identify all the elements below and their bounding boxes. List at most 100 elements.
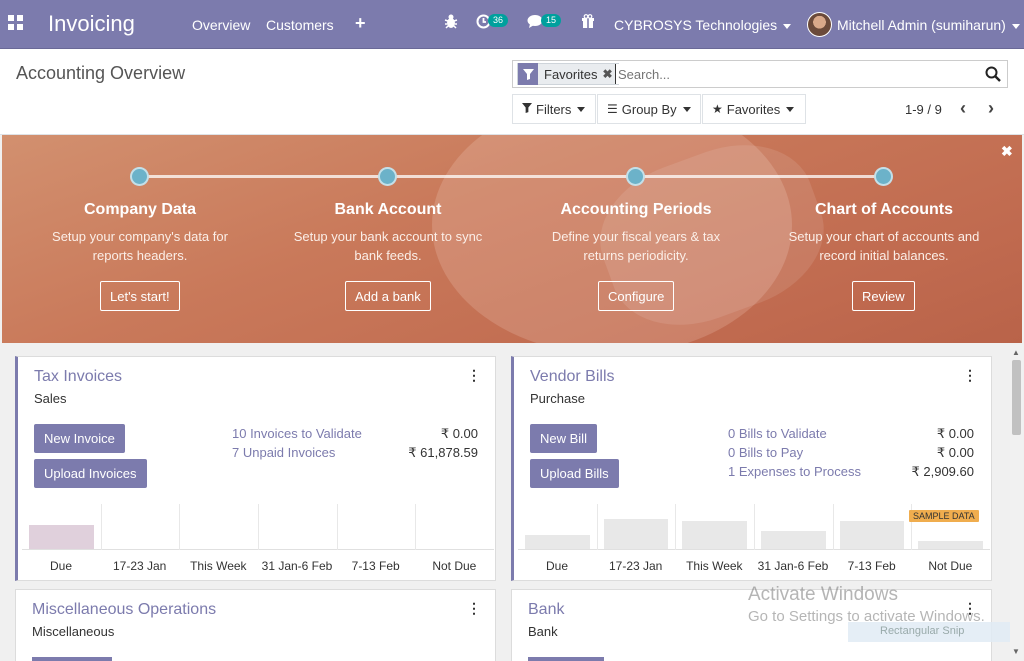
page-title: Accounting Overview [16, 63, 186, 83]
groupby-button[interactable]: ☰ Group By [597, 94, 701, 124]
new-invoice-button[interactable]: New Invoice [34, 424, 125, 453]
scroll-thumb[interactable] [1012, 360, 1021, 435]
upload-bills-button[interactable]: Upload Bills [530, 459, 619, 488]
chart-gridline [179, 504, 181, 550]
chart-x-label: 7-13 Feb [351, 559, 400, 573]
close-icon[interactable]: ✖ [1001, 143, 1013, 160]
card-title[interactable]: Miscellaneous Operations [32, 601, 216, 619]
step-description: Define your fiscal years & tax returns p… [551, 229, 721, 263]
step-company-data: Company Data Setup your company's data f… [16, 201, 264, 265]
onboarding-banner: ✖ Company Data Setup your company's data… [2, 135, 1022, 343]
chevron-right-icon[interactable]: › [988, 98, 994, 119]
scroll-down-icon[interactable]: ▼ [1012, 647, 1020, 656]
aged-receivables-chart[interactable] [22, 504, 494, 550]
user-menu[interactable]: Mitchell Admin (sumiharun) [837, 17, 1020, 33]
chart-x-label: Not Due [432, 559, 477, 573]
caret-down-icon [577, 106, 586, 112]
expenses-to-process-link[interactable]: 1 Expenses to Process [728, 464, 861, 479]
avatar[interactable] [807, 12, 832, 37]
unpaid-invoices-link[interactable]: 7 Unpaid Invoices [232, 445, 335, 460]
progress-line [142, 175, 886, 178]
activity-badge: 36 [488, 14, 509, 27]
favorites-button[interactable]: ★ Favorites [702, 94, 806, 124]
favorites-label: Favorites [726, 101, 781, 117]
bills-to-validate-link[interactable]: 0 Bills to Validate [728, 426, 827, 441]
step-title: Chart of Accounts [814, 201, 954, 218]
journal-card-tax-invoices: Tax Invoices Sales ⋮ New Invoice Upload … [15, 356, 496, 581]
new-bill-button[interactable]: New Bill [530, 424, 597, 453]
chart-gridline [596, 504, 598, 550]
pager-value[interactable]: 1-9 / 9 [905, 102, 942, 117]
groupby-label: Group By [621, 101, 677, 117]
caret-down-icon [783, 23, 792, 29]
company-name: CYBROSYS Technologies [614, 17, 778, 33]
review-button[interactable]: Review [852, 281, 915, 311]
card-title[interactable]: Tax Invoices [34, 368, 122, 386]
kebab-menu-icon[interactable]: ⋮ [963, 367, 977, 384]
chart-bar[interactable] [29, 525, 94, 549]
lets-start-button[interactable]: Let's start! [100, 281, 180, 311]
bug-icon[interactable] [444, 14, 458, 33]
card-title[interactable]: Bank [528, 601, 564, 619]
step-title: Company Data [83, 201, 197, 218]
kebab-menu-icon[interactable]: ⋮ [467, 367, 481, 384]
journal-card-misc: Miscellaneous Operations Miscellaneous ⋮ [15, 589, 496, 661]
stat-amount: ₹ 0.00 [936, 445, 974, 460]
step-dot [130, 167, 149, 186]
step-dot [626, 167, 645, 186]
card-subtitle: Purchase [530, 391, 585, 406]
filters-label: Filters [536, 101, 572, 117]
search-input[interactable] [615, 64, 975, 84]
scrollbar[interactable]: ▲ ▼ [1010, 345, 1023, 661]
app-brand[interactable]: Invoicing [48, 11, 135, 37]
chevron-left-icon[interactable]: ‹ [960, 98, 966, 119]
card-action-button-partial[interactable] [32, 657, 112, 661]
control-panel: Accounting Overview Favorites ✖ Filters … [0, 49, 1024, 135]
upload-invoices-button[interactable]: Upload Invoices [34, 459, 147, 488]
step-title: Bank Account [334, 201, 442, 218]
search-facet: Favorites ✖ [517, 63, 619, 85]
snip-tool-label[interactable]: Rectangular Snip [848, 622, 1020, 642]
chart-bar[interactable] [918, 541, 983, 549]
chart-x-label: 17-23 Jan [112, 559, 167, 573]
chart-bar[interactable] [682, 521, 747, 549]
step-chart-of-accounts: Chart of Accounts Setup your chart of ac… [760, 201, 1008, 265]
chart-gridline [336, 504, 338, 550]
step-description: Setup your bank account to sync bank fee… [293, 229, 483, 263]
chart-bar[interactable] [839, 521, 905, 549]
apps-menu-icon[interactable] [8, 15, 24, 31]
chart-gridline [415, 504, 417, 550]
plus-icon[interactable]: + [355, 13, 366, 34]
scroll-up-icon[interactable]: ▲ [1012, 348, 1020, 357]
step-description: Setup your chart of accounts and record … [788, 229, 980, 263]
chart-gridline [258, 504, 259, 550]
chart-x-label: 31 Jan-6 Feb [261, 559, 333, 573]
filter-icon [518, 63, 538, 85]
journal-card-vendor-bills: Vendor Bills Purchase ⋮ New Bill Upload … [511, 356, 992, 581]
chart-bar[interactable] [525, 535, 590, 549]
add-bank-button[interactable]: Add a bank [345, 281, 431, 311]
chart-gridline [754, 504, 755, 550]
configure-button[interactable]: Configure [598, 281, 675, 311]
menu-customers[interactable]: Customers [266, 17, 334, 33]
chart-x-label: This Week [190, 559, 247, 573]
gift-icon[interactable] [581, 14, 595, 32]
chart-x-label: This Week [686, 559, 743, 573]
menu-overview[interactable]: Overview [192, 17, 250, 33]
list-icon: ☰ [607, 102, 618, 116]
card-title[interactable]: Vendor Bills [530, 368, 615, 386]
search-box[interactable]: Favorites ✖ [512, 60, 1008, 88]
filters-button[interactable]: Filters [512, 94, 596, 124]
search-icon[interactable] [985, 66, 1001, 82]
stat-amount: ₹ 2,909.60 [911, 464, 975, 479]
card-action-button-partial[interactable] [528, 657, 604, 661]
stat-amount: ₹ 0.00 [936, 426, 974, 441]
messages-badge: 15 [541, 14, 562, 27]
bills-to-pay-link[interactable]: 0 Bills to Pay [728, 445, 803, 460]
invoices-to-validate-link[interactable]: 10 Invoices to Validate [232, 426, 362, 441]
company-switcher[interactable]: CYBROSYS Technologies [614, 17, 792, 33]
chart-bar[interactable] [603, 519, 669, 549]
chart-bar[interactable] [761, 531, 826, 549]
chart-x-label: Due [545, 559, 568, 573]
kebab-menu-icon[interactable]: ⋮ [467, 600, 481, 617]
